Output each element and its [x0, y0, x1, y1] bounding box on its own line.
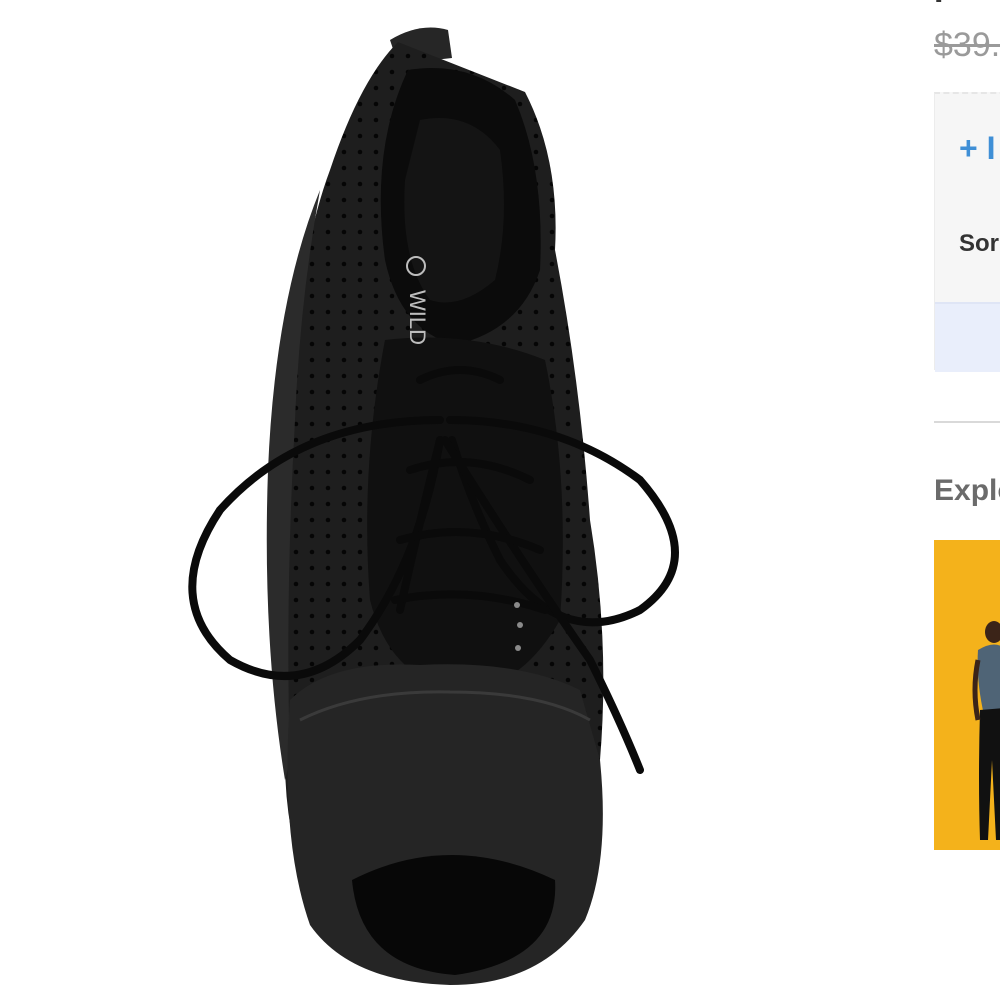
product-details-panel: F $39. + I Sor Explo	[900, 0, 1000, 1000]
options-card: + I Sor	[934, 92, 1000, 372]
product-image[interactable]: WILD	[0, 0, 900, 1000]
original-price: $39.	[934, 26, 1000, 64]
product-title: F	[934, 0, 955, 11]
shoe-photo: WILD	[188, 27, 679, 985]
brand-stamp-text: WILD	[405, 290, 430, 345]
add-link[interactable]: + I	[959, 130, 995, 167]
explore-heading: Explo	[934, 474, 1000, 507]
section-divider	[934, 421, 1000, 423]
options-card-footer[interactable]	[935, 302, 1000, 372]
sort-label[interactable]: Sor	[959, 230, 999, 258]
explore-thumbnail[interactable]	[934, 540, 1000, 850]
model-photo	[934, 540, 1000, 850]
